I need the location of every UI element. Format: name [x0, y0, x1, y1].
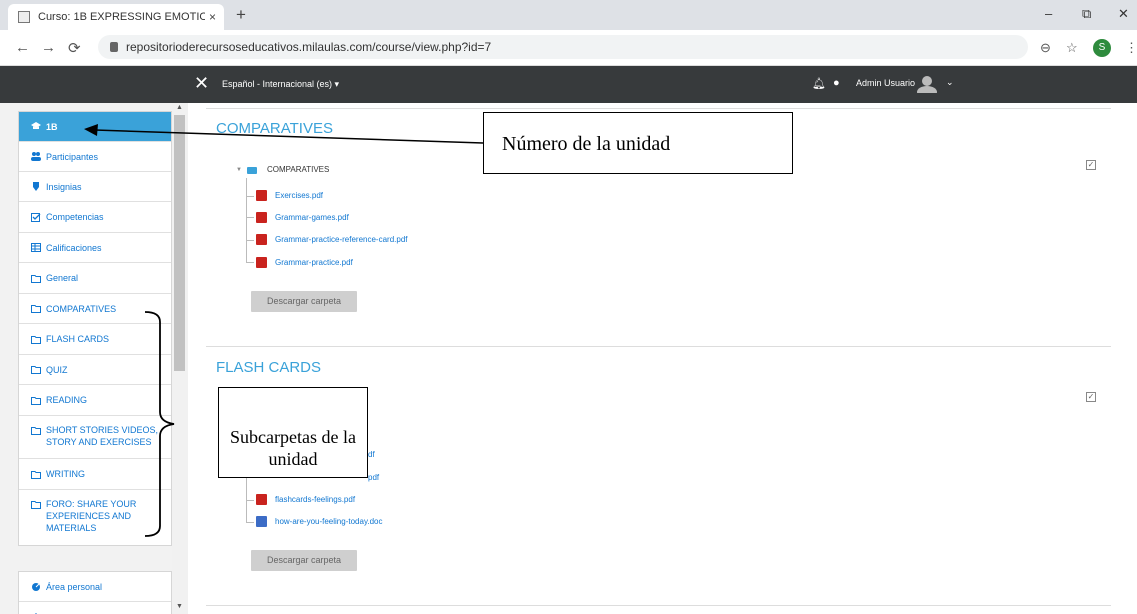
annotation-subfolders: Subcarpetas de la unidad [218, 387, 368, 478]
annotation-unit-number: Número de la unidad [483, 112, 793, 174]
annotation-overlay [84, 124, 484, 537]
